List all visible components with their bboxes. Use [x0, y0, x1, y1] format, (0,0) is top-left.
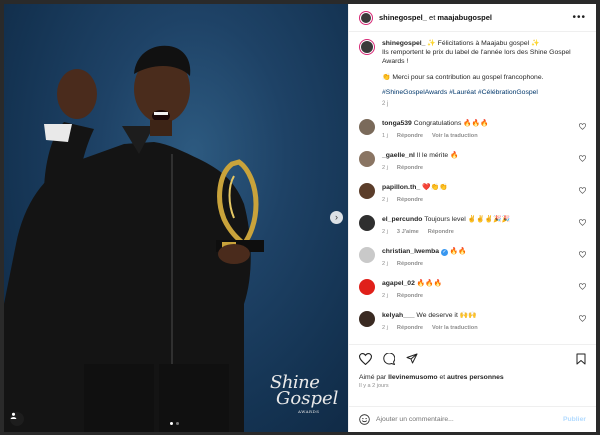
comment-username[interactable]: agapel_02 [382, 280, 415, 287]
liked-others[interactable]: autres personnes [447, 374, 504, 381]
post-caption: shinegospel_ ✨ Félicitations à Maajabu g… [359, 39, 586, 109]
comment-time: 2 j [382, 165, 388, 171]
heart-icon[interactable] [359, 353, 372, 365]
comment-like-icon[interactable] [579, 283, 586, 290]
carousel-indicator [170, 422, 179, 425]
comment-username[interactable]: tonga539 [382, 120, 412, 127]
comment-avatar[interactable] [359, 151, 375, 167]
comment-like-icon[interactable] [579, 155, 586, 162]
comment-avatar[interactable] [359, 247, 375, 263]
comment-like-icon[interactable] [579, 315, 586, 322]
chevron-right-icon: › [335, 212, 338, 222]
comment-item: christian_lwemba ✓ 🔥🔥 2 j Répondre [359, 247, 586, 269]
reply-button[interactable]: Répondre [397, 164, 423, 173]
user-icon [10, 412, 17, 419]
comment-likes[interactable]: 3 J'aime [397, 228, 419, 237]
author-username[interactable]: shinegospel_ [379, 13, 427, 22]
comment-like-icon[interactable] [579, 219, 586, 226]
carousel-dot [176, 422, 179, 425]
translate-button[interactable]: Voir la traduction [432, 324, 478, 333]
comment-icon[interactable] [383, 353, 395, 365]
liked-prefix: Aimé par [359, 374, 387, 381]
comment-avatar[interactable] [359, 183, 375, 199]
comment-input[interactable] [376, 416, 563, 423]
share-icon[interactable] [406, 353, 418, 365]
comment-text: We deserve it 🙌🙌 [416, 312, 477, 319]
carousel-dot-active [170, 422, 173, 425]
author-connector: et [429, 13, 436, 22]
reply-button[interactable]: Répondre [397, 132, 423, 141]
liked-by: Aimé par llevinemusomo et autres personn… [359, 374, 586, 381]
comment-text: 🔥🔥🔥 [416, 280, 443, 287]
caption-line2: Ils remportent le prix du label de l'ann… [382, 49, 571, 65]
comment-like-icon[interactable] [579, 187, 586, 194]
comment-username[interactable]: christian_lwemba [382, 248, 439, 255]
verified-badge-icon: ✓ [440, 249, 448, 256]
caption-line3: 👏 Merci pour sa contribution au gospel f… [382, 74, 544, 81]
comment-time: 2 j [382, 229, 388, 235]
comment-composer: Publier [349, 406, 596, 432]
comments-scroll[interactable]: shinegospel_ ✨ Félicitations à Maajabu g… [349, 32, 596, 344]
logo-line2: Gospel [276, 388, 339, 409]
comment-text: Congratulations 🔥🔥🔥 [413, 120, 489, 127]
next-photo-button[interactable]: › [330, 211, 343, 224]
comment-item: agapel_02 🔥🔥🔥 2 j Répondre [359, 279, 586, 301]
reply-button[interactable]: Répondre [397, 260, 423, 269]
comment-text: Il le mérite 🔥 [416, 152, 459, 159]
comment-text: 🔥🔥 [449, 248, 467, 255]
comment-avatar[interactable] [359, 279, 375, 295]
photo-illustration [4, 45, 264, 432]
comment-item: tonga539 Congratulations 🔥🔥🔥 1 j Répondre V… [359, 119, 586, 141]
comment-time: 2 j [382, 261, 388, 267]
caption-line1: ✨ Félicitations à Maajabu gospel ✨ [427, 40, 540, 47]
reply-button[interactable]: Répondre [397, 324, 423, 333]
comment-text: ❤️👏👏 [422, 184, 448, 191]
reply-button[interactable]: Répondre [428, 228, 454, 237]
caption-username[interactable]: shinegospel_ [382, 40, 425, 47]
comment-item: el_percundo Toujours level ✌️✌️✌️🎉🎉 2 j 3 … [359, 215, 586, 237]
post-photo[interactable]: Shine Gospel AWARDS › [4, 4, 348, 432]
comment-like-icon[interactable] [579, 251, 586, 258]
post-header: shinegospel_ et maajabugospel ••• [349, 4, 596, 32]
tagged-users-button[interactable] [10, 412, 24, 426]
caption-hashtags[interactable]: #ShineGospelAwards #Lauréat #Célébration… [382, 88, 586, 97]
comment-time: 2 j [382, 293, 388, 299]
comment-time: 2 j [382, 197, 388, 203]
emoji-icon[interactable] [359, 414, 370, 425]
post-modal: Shine Gospel AWARDS › shinegospel_ et ma… [4, 4, 596, 432]
post-sidebar: shinegospel_ et maajabugospel ••• shineg… [348, 4, 596, 432]
comment-avatar[interactable] [359, 119, 375, 135]
shine-gospel-logo: Shine Gospel AWARDS [270, 372, 338, 414]
comment-username[interactable]: _gaelle_nl [382, 152, 415, 159]
logo-line3: AWARDS [298, 409, 320, 414]
comment-username[interactable]: kelyah___ [382, 312, 415, 319]
comment-time: 1 j [382, 133, 388, 139]
comment-like-icon[interactable] [579, 123, 586, 130]
translate-button[interactable]: Voir la traduction [432, 132, 478, 141]
comment-avatar[interactable] [359, 215, 375, 231]
comment-list: tonga539 Congratulations 🔥🔥🔥 1 j Répondre V… [359, 119, 586, 333]
bookmark-icon[interactable] [576, 353, 586, 365]
caption-time: 2 j [382, 101, 389, 107]
caption-avatar[interactable] [359, 39, 375, 55]
liked-user[interactable]: llevinemusomo [388, 374, 437, 381]
coauthor-username[interactable]: maajabugospel [437, 13, 492, 22]
liked-mid: et [439, 374, 446, 381]
post-date: Il y a 2 jours [359, 383, 389, 389]
comment-item: _gaelle_nl Il le mérite 🔥 2 j Répondre [359, 151, 586, 173]
comment-item: kelyah___ We deserve it 🙌🙌 2 j Répondre Voi… [359, 311, 586, 333]
more-options-icon[interactable]: ••• [572, 12, 586, 23]
comment-avatar[interactable] [359, 311, 375, 327]
reply-button[interactable]: Répondre [397, 196, 423, 205]
post-actions: Aimé par llevinemusomo et autres personn… [349, 344, 596, 406]
publish-button[interactable]: Publier [563, 416, 586, 423]
author-avatar[interactable] [359, 10, 373, 25]
comment-username[interactable]: papillon.th_ [382, 184, 420, 191]
comment-text: Toujours level ✌️✌️✌️🎉🎉 [424, 216, 510, 223]
comment-item: papillon.th_ ❤️👏👏 2 j Répondre [359, 183, 586, 205]
comment-time: 2 j [382, 325, 388, 331]
comment-username[interactable]: el_percundo [382, 216, 422, 223]
post-authors: shinegospel_ et maajabugospel [379, 13, 572, 22]
reply-button[interactable]: Répondre [397, 292, 423, 301]
